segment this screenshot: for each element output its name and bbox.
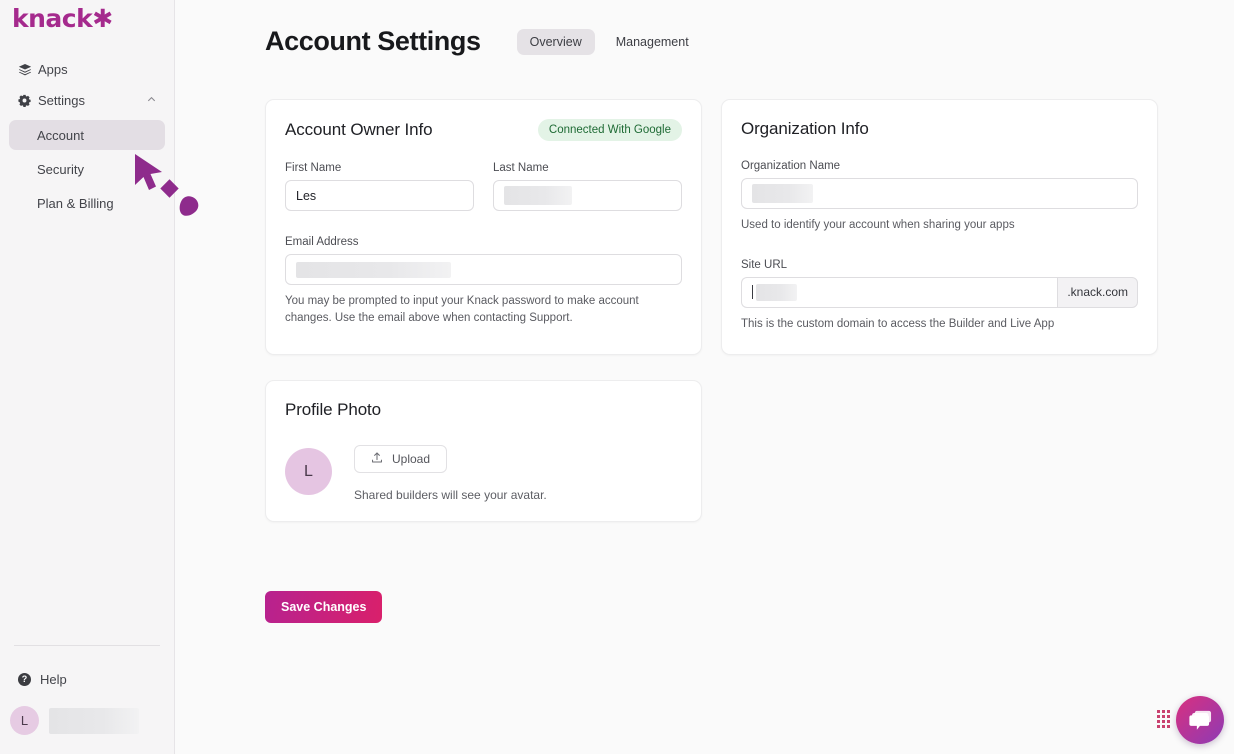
tab-overview[interactable]: Overview — [517, 29, 595, 55]
org-name-label: Organization Name — [741, 160, 1138, 172]
upload-group: Upload Shared builders will see your ava… — [354, 445, 547, 502]
last-name-field-group: Last Name — [493, 162, 682, 211]
first-name-value: Les — [296, 189, 316, 203]
app-root: knack✱ Apps — [0, 0, 1234, 754]
card-title: Organization Info — [741, 119, 869, 139]
email-label: Email Address — [285, 236, 682, 248]
first-name-input[interactable]: Les — [285, 180, 474, 211]
site-url-suffix: .knack.com — [1057, 277, 1138, 308]
gear-icon — [18, 94, 38, 107]
sidebar-subitem-label: Plan & Billing — [37, 196, 114, 211]
sidebar-item-settings[interactable]: Settings — [9, 85, 165, 116]
sidebar-item-account[interactable]: Account — [9, 120, 165, 150]
name-fields-row: First Name Les Last Name — [285, 162, 682, 211]
org-name-field-group: Organization Name Used to identify your … — [741, 160, 1138, 234]
sidebar-user-account[interactable]: L — [10, 706, 139, 735]
page-header: Account Settings Overview Management — [265, 26, 702, 57]
avatar-initial: L — [304, 463, 313, 481]
status-badge-connected-with-google: Connected With Google — [538, 119, 682, 141]
account-owner-info-card: Account Owner Info Connected With Google… — [265, 99, 702, 355]
organization-info-card: Organization Info Organization Name Used… — [721, 99, 1158, 355]
site-url-label: Site URL — [741, 259, 1138, 271]
email-field[interactable] — [285, 254, 682, 285]
avatar: L — [10, 706, 39, 735]
cards-row-top: Account Owner Info Connected With Google… — [265, 99, 1160, 355]
logo-text: knack — [12, 4, 92, 33]
sidebar: knack✱ Apps — [0, 0, 175, 754]
profile-photo-body: L Upload Shared builders will see your a… — [285, 445, 682, 502]
upload-button[interactable]: Upload — [354, 445, 447, 473]
sidebar-subitem-label: Account — [37, 128, 84, 143]
layers-icon — [18, 63, 38, 77]
user-name-redacted — [49, 708, 139, 734]
site-url-input[interactable] — [741, 277, 1057, 308]
chat-bubble-icon[interactable] — [1176, 696, 1224, 744]
email-value-redacted — [296, 262, 451, 278]
tab-management[interactable]: Management — [603, 29, 702, 55]
tab-list: Overview Management — [517, 29, 702, 55]
sidebar-item-apps[interactable]: Apps — [9, 54, 165, 85]
last-name-value-redacted — [504, 186, 572, 205]
last-name-input[interactable] — [493, 180, 682, 211]
site-url-input-group: .knack.com — [741, 277, 1138, 308]
first-name-label: First Name — [285, 162, 474, 174]
card-header: Organization Info — [741, 119, 1138, 139]
sidebar-item-help[interactable]: ? Help — [9, 672, 67, 687]
org-name-input[interactable] — [741, 178, 1138, 209]
sidebar-nav: Apps Settings Account — [0, 54, 174, 222]
save-changes-button[interactable]: Save Changes — [265, 591, 382, 623]
sidebar-divider — [14, 645, 160, 646]
question-circle-icon: ? — [18, 673, 31, 686]
profile-photo-card: Profile Photo L Upload — [265, 380, 702, 522]
chevron-up-icon[interactable] — [146, 93, 157, 108]
upload-icon — [371, 451, 383, 467]
cards-area: Account Owner Info Connected With Google… — [265, 99, 1160, 522]
sidebar-item-label: Settings — [38, 93, 146, 108]
site-url-field-group: Site URL .knack.com This is the custom d… — [741, 259, 1138, 333]
org-name-value-redacted — [752, 184, 813, 203]
avatar: L — [285, 448, 332, 495]
card-header: Account Owner Info Connected With Google — [285, 119, 682, 141]
logo-asterisk-icon: ✱ — [92, 4, 112, 33]
help-label: Help — [40, 672, 67, 687]
sidebar-subitem-label: Security — [37, 162, 84, 177]
sidebar-item-label: Apps — [38, 62, 165, 77]
site-url-hint: This is the custom domain to access the … — [741, 316, 1138, 333]
first-name-field-group: First Name Les — [285, 162, 474, 211]
email-field-group: Email Address You may be prompted to inp… — [285, 236, 682, 326]
org-name-hint: Used to identify your account when shari… — [741, 217, 1138, 234]
knack-logo[interactable]: knack✱ — [12, 6, 113, 31]
card-title: Profile Photo — [285, 400, 682, 420]
site-url-value-redacted — [756, 284, 797, 301]
profile-photo-note: Shared builders will see your avatar. — [354, 488, 547, 502]
drag-dots-icon[interactable] — [1157, 710, 1168, 728]
upload-button-label: Upload — [392, 452, 430, 466]
sidebar-item-security[interactable]: Security — [9, 154, 165, 184]
text-caret — [752, 285, 753, 299]
main-content: Account Settings Overview Management Acc… — [175, 0, 1234, 754]
avatar-initial: L — [21, 713, 28, 728]
email-hint: You may be prompted to input your Knack … — [285, 293, 682, 326]
page-title: Account Settings — [265, 26, 481, 57]
sidebar-item-plan-billing[interactable]: Plan & Billing — [9, 188, 165, 218]
card-title: Account Owner Info — [285, 120, 433, 140]
last-name-label: Last Name — [493, 162, 682, 174]
